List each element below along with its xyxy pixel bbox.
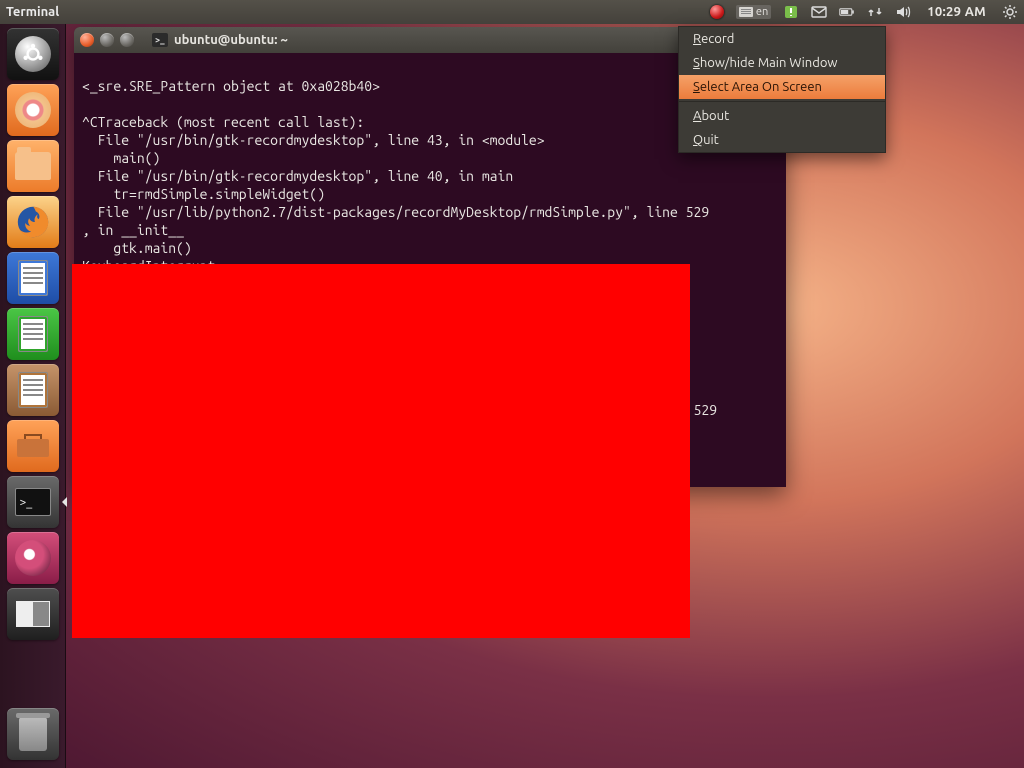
folder-icon [15,152,51,180]
record-indicator[interactable] [704,0,730,24]
svg-text:>_: >_ [155,35,165,46]
menu-separator [679,101,885,102]
selection-area-overlay[interactable] [72,264,690,638]
battery-icon [839,4,855,20]
trash-icon [19,717,47,751]
battery-indicator[interactable] [833,0,861,24]
terminal-icon: >_ [15,488,51,516]
session-indicator[interactable] [996,0,1024,24]
launcher-terminal[interactable]: >_ [7,476,59,528]
launcher-dash[interactable] [7,28,59,80]
window-maximize-button[interactable] [120,33,134,47]
installer-icon [15,92,51,128]
launcher-calc[interactable] [7,308,59,360]
workspaces-icon [16,601,50,627]
launcher-software[interactable] [7,420,59,472]
messages-indicator[interactable] [805,0,833,24]
network-icon [867,4,883,20]
update-icon [783,4,799,20]
keyboard-lang: en [756,6,768,18]
top-panel: Terminal en 10:29 AM [0,0,1024,24]
envelope-icon [811,4,827,20]
launcher-trash[interactable] [7,708,59,760]
launcher-recordmydesktop[interactable] [7,532,59,584]
keyboard-icon [739,7,753,17]
ubuntu-logo-icon [15,36,51,72]
terminal-title: ubuntu@ubuntu: ~ [174,33,288,47]
terminal-titlebar-icon: >_ [152,33,168,47]
menu-item-1[interactable]: Show/hide Main Window [679,51,885,75]
volume-icon [895,4,911,20]
gear-icon [1002,4,1018,20]
unity-launcher: >_ [0,24,66,768]
keyboard-indicator[interactable]: en [730,0,777,24]
calc-icon [18,316,48,352]
launcher-installer[interactable] [7,84,59,136]
menu-item-4[interactable]: About [679,104,885,128]
record-indicator-menu: RecordShow/hide Main WindowSelect Area O… [678,26,886,153]
window-close-button[interactable] [80,33,94,47]
recordmydesktop-icon [15,540,51,576]
record-icon [710,5,724,19]
launcher-workspaces[interactable] [7,588,59,640]
software-center-icon [15,431,51,461]
launcher-files[interactable] [7,140,59,192]
launcher-writer[interactable] [7,252,59,304]
impress-icon [18,372,48,408]
update-indicator[interactable] [777,0,805,24]
firefox-icon [14,203,52,241]
active-app-title: Terminal [0,5,59,19]
window-minimize-button[interactable] [100,33,114,47]
launcher-impress[interactable] [7,364,59,416]
menu-item-0[interactable]: Record [679,27,885,51]
launcher-firefox[interactable] [7,196,59,248]
menu-item-2[interactable]: Select Area On Screen [679,75,885,99]
clock[interactable]: 10:29 AM [917,0,996,24]
sound-indicator[interactable] [889,0,917,24]
network-indicator[interactable] [861,0,889,24]
menu-item-5[interactable]: Quit [679,128,885,152]
writer-icon [18,260,48,296]
